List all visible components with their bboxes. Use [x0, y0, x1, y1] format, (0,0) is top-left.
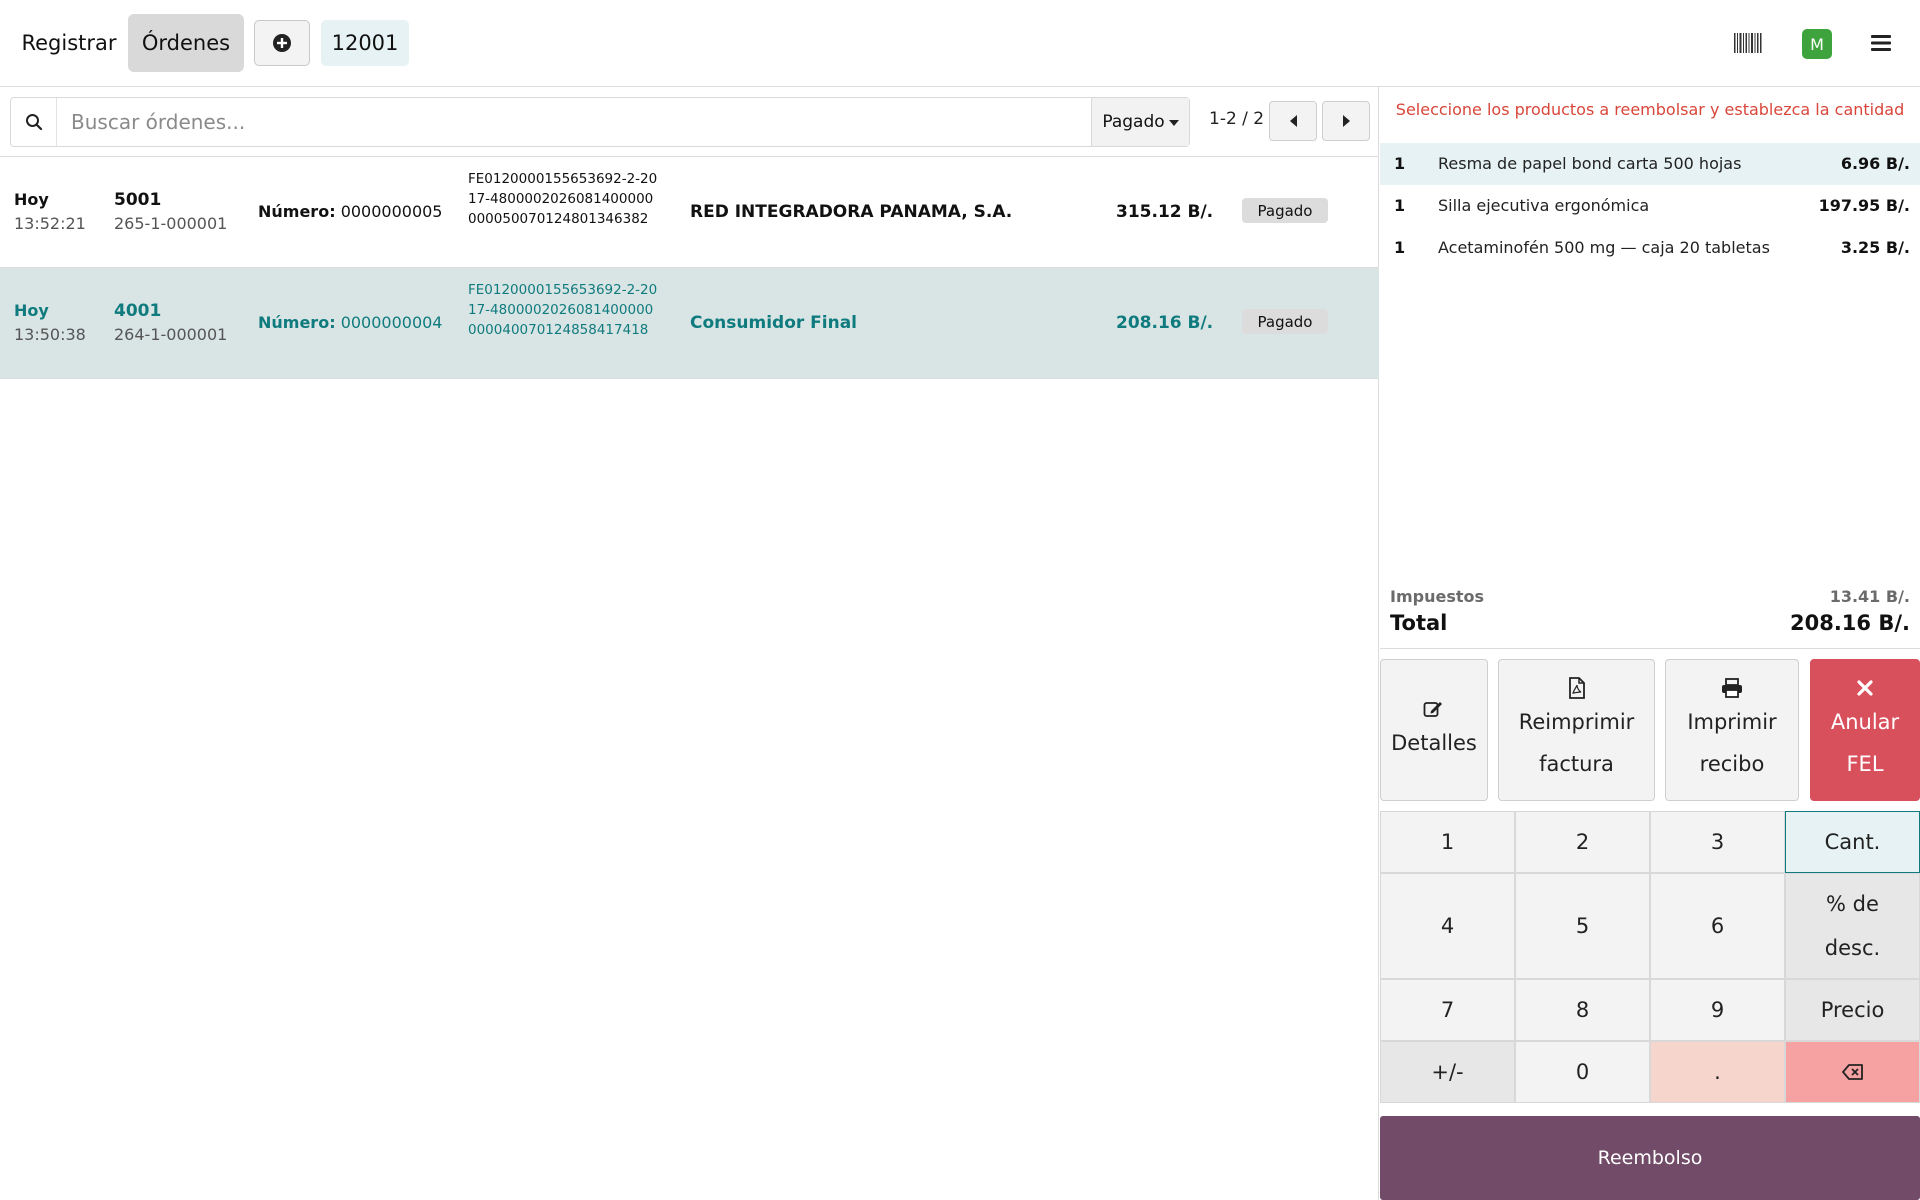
numpad-key-6[interactable]: 6 [1650, 873, 1785, 979]
refund-panel: Seleccione los productos a reembolsar y … [1380, 87, 1920, 1200]
line-qty: 1 [1394, 154, 1406, 173]
discount-label-1: % de [1826, 892, 1879, 916]
order-time: 13:52:21 [14, 214, 86, 233]
refund-line-item[interactable]: 1 Acetaminofén 500 mg — caja 20 tabletas… [1380, 227, 1920, 269]
numpad-key-8[interactable]: 8 [1515, 979, 1650, 1041]
reprint-label-2: factura [1539, 752, 1614, 776]
fiscal-number-value: 0000000004 [340, 313, 443, 332]
discount-label-2: desc. [1824, 936, 1881, 960]
line-product: Resma de papel bond carta 500 hojas [1438, 154, 1742, 173]
order-number: 4001 [114, 301, 162, 321]
order-sequence: 265-1-000001 [114, 214, 228, 233]
caret-right-icon [1342, 115, 1350, 127]
pdf-file-icon [1568, 675, 1586, 701]
hamburger-menu-icon[interactable] [1866, 24, 1896, 62]
discount-mode-button[interactable]: % de desc. [1785, 873, 1920, 979]
current-order-tab[interactable]: 12001 [321, 20, 409, 66]
printer-icon [1721, 675, 1743, 701]
cufe-code: FE0120000155653692-2-2017-48000020260814… [468, 282, 658, 338]
order-row-selected[interactable]: Hoy 13:50:38 4001 264-1-000001 Número: 0… [0, 268, 1379, 379]
numpad-key-4[interactable]: 4 [1380, 873, 1515, 979]
print-label-2: recibo [1699, 752, 1765, 776]
refund-button[interactable]: Reembolso [1380, 1116, 1920, 1200]
backspace-icon [1841, 1064, 1863, 1080]
total-value: 208.16 B/. [1789, 611, 1910, 635]
new-order-button[interactable] [254, 20, 310, 66]
reprint-label-1: Reimprimir [1518, 710, 1635, 734]
search-icon[interactable] [11, 98, 57, 146]
line-price: 3.25 B/. [1840, 238, 1910, 257]
user-avatar[interactable]: M [1802, 29, 1832, 59]
order-row[interactable]: Hoy 13:52:21 5001 265-1-000001 Número: 0… [0, 157, 1379, 268]
tax-value: 13.41 B/. [1829, 587, 1910, 606]
refund-line-item[interactable]: 1 Resma de papel bond carta 500 hojas 6.… [1380, 143, 1920, 185]
details-button[interactable]: Detalles [1380, 659, 1488, 801]
print-label-1: Imprimir [1687, 710, 1777, 734]
numpad-key-1[interactable]: 1 [1380, 811, 1515, 873]
cancel-fel-button[interactable]: Anular FEL [1810, 659, 1920, 801]
status-filter-label: Pagado [1102, 112, 1165, 132]
order-total: 315.12 B/. [1116, 202, 1214, 222]
reprint-invoice-button[interactable]: Reimprimir factura [1498, 659, 1655, 801]
pager-prev-button[interactable] [1269, 101, 1317, 141]
quantity-mode-button[interactable]: Cant. [1785, 811, 1920, 873]
search-input[interactable] [57, 98, 1091, 146]
details-label: Detalles [1391, 731, 1477, 755]
caret-left-icon [1289, 115, 1297, 127]
cancel-label-2: FEL [1846, 752, 1884, 776]
order-total: 208.16 B/. [1116, 313, 1214, 333]
line-product: Acetaminofén 500 mg — caja 20 tabletas [1438, 238, 1770, 257]
refund-instruction: Seleccione los productos a reembolsar y … [1395, 100, 1905, 119]
backspace-button[interactable] [1785, 1041, 1920, 1103]
refund-line-item[interactable]: 1 Silla ejecutiva ergonómica 197.95 B/. [1380, 185, 1920, 227]
order-time: 13:50:38 [14, 325, 86, 344]
line-product: Silla ejecutiva ergonómica [1438, 196, 1650, 215]
cancel-label-1: Anular [1830, 710, 1900, 734]
line-price: 197.95 B/. [1818, 196, 1910, 215]
order-client: Consumidor Final [690, 313, 858, 333]
numpad-key-2[interactable]: 2 [1515, 811, 1650, 873]
edit-icon [1423, 696, 1445, 722]
totals-divider [1380, 648, 1920, 649]
fiscal-number: Número: 0000000005 [258, 202, 442, 221]
line-price: 6.96 B/. [1840, 154, 1910, 173]
fiscal-number-label: Número: [258, 202, 336, 221]
price-mode-button[interactable]: Precio [1785, 979, 1920, 1041]
pager-text: 1-2 / 2 [1209, 109, 1265, 129]
order-sequence: 264-1-000001 [114, 325, 228, 344]
barcode-icon[interactable] [1730, 24, 1766, 62]
order-client: RED INTEGRADORA PANAMA, S.A. [690, 202, 1013, 222]
fiscal-number: Número: 0000000004 [258, 313, 442, 332]
status-badge: Pagado [1242, 198, 1328, 223]
order-day: Hoy [14, 301, 49, 320]
orders-panel: Pagado 1-2 / 2 Hoy 13:52:21 5001 265-1-0… [0, 87, 1379, 1200]
total-label: Total [1390, 611, 1448, 635]
decimal-point-button[interactable]: . [1650, 1041, 1785, 1103]
print-receipt-button[interactable]: Imprimir recibo [1665, 659, 1799, 801]
pager-next-button[interactable] [1322, 101, 1370, 141]
plus-circle-icon [273, 34, 291, 52]
numpad-key-7[interactable]: 7 [1380, 979, 1515, 1041]
orders-button[interactable]: Órdenes [128, 14, 244, 72]
cufe-code: FE0120000155653692-2-2017-48000020260814… [468, 171, 658, 227]
numpad-key-5[interactable]: 5 [1515, 873, 1650, 979]
order-day: Hoy [14, 190, 49, 209]
status-badge: Pagado [1242, 309, 1328, 334]
register-button[interactable]: Registrar [12, 14, 126, 72]
search-bar: Pagado [10, 97, 1190, 147]
caret-down-icon [1168, 120, 1179, 126]
numpad-key-9[interactable]: 9 [1650, 979, 1785, 1041]
numpad-key-0[interactable]: 0 [1515, 1041, 1650, 1103]
sign-toggle-button[interactable]: +/- [1380, 1041, 1515, 1103]
fiscal-number-label: Número: [258, 313, 336, 332]
top-header: Registrar Órdenes 12001 M [0, 0, 1920, 87]
status-filter-dropdown[interactable]: Pagado [1091, 98, 1189, 146]
order-number: 5001 [114, 190, 162, 210]
line-qty: 1 [1394, 238, 1406, 257]
line-qty: 1 [1394, 196, 1406, 215]
tax-label: Impuestos [1390, 587, 1485, 606]
numpad-key-3[interactable]: 3 [1650, 811, 1785, 873]
fiscal-number-value: 0000000005 [340, 202, 443, 221]
close-icon [1857, 675, 1873, 701]
